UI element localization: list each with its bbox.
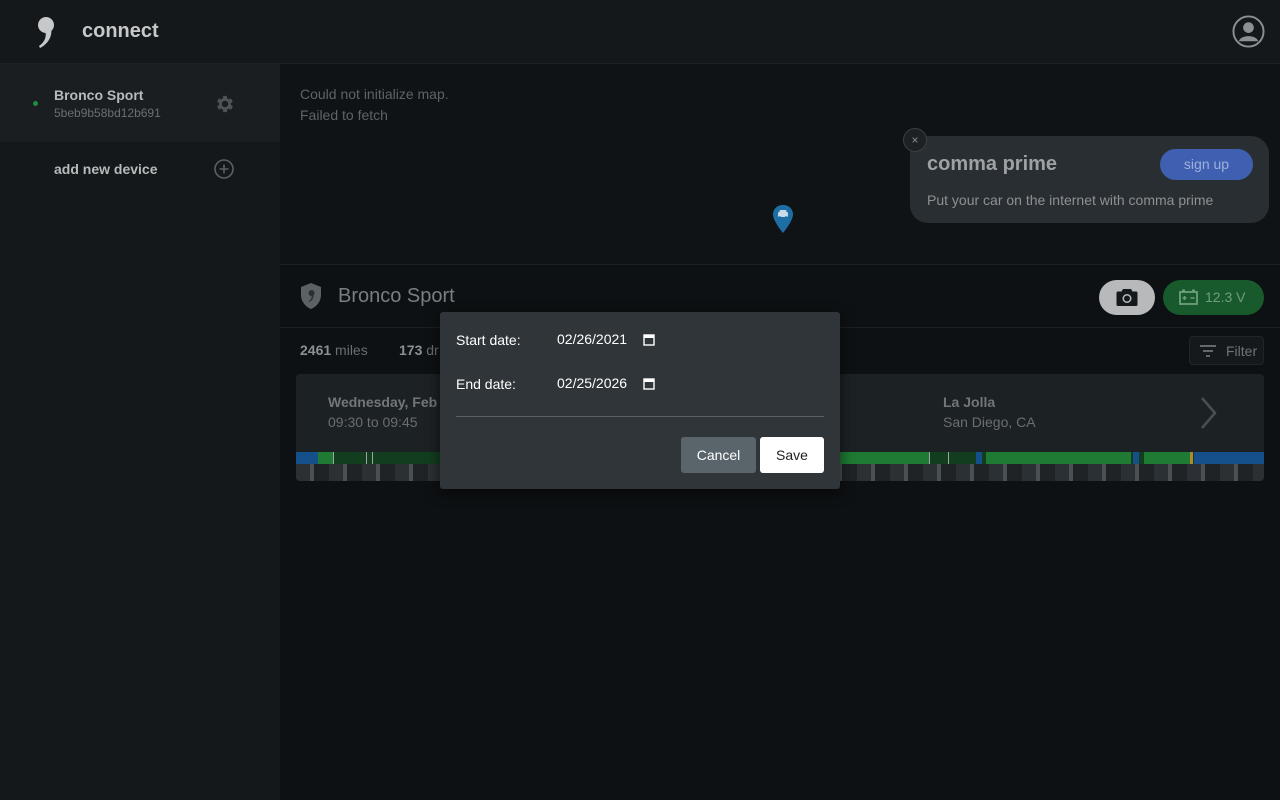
drive-time: 09:30 to 09:45 <box>328 414 418 430</box>
filter-label: Filter <box>1226 343 1258 359</box>
filter-button[interactable]: Filter <box>1189 336 1264 365</box>
map-error-message: Could not initialize map. <box>300 86 449 102</box>
camera-icon <box>1116 289 1138 306</box>
shield-icon <box>301 283 321 309</box>
sign-up-button[interactable]: sign up <box>1160 149 1253 180</box>
prime-title: comma prime <box>927 153 1058 175</box>
online-status-dot <box>33 101 38 106</box>
take-snapshot-button[interactable] <box>1099 280 1155 315</box>
map-error-detail: Failed to fetch <box>300 107 388 123</box>
plus-circle-icon[interactable] <box>213 158 235 180</box>
calendar-icon[interactable] <box>643 377 655 390</box>
device-sidebar: Bronco Sport 5beb9b58bd12b691 add new de… <box>0 64 280 800</box>
vehicle-stats: 2461 miles 173 dr <box>300 342 439 358</box>
stats-drives: 173 dr <box>399 342 439 358</box>
cancel-button[interactable]: Cancel <box>681 437 756 473</box>
drive-date: Wednesday, Feb <box>328 394 438 410</box>
battery-voltage: 12.3 V <box>1205 289 1246 305</box>
device-dongle-id: 5beb9b58bd12b691 <box>54 106 161 120</box>
device-name: Bronco Sport <box>54 87 144 103</box>
calendar-icon[interactable] <box>643 333 655 346</box>
add-device-item[interactable]: add new device <box>0 142 280 198</box>
comma-logo-icon[interactable] <box>32 14 60 50</box>
dialog-divider <box>456 416 824 417</box>
end-date-label: End date: <box>456 376 516 392</box>
drive-destination: La Jolla <box>943 394 996 410</box>
close-banner-button[interactable]: × <box>903 128 927 152</box>
comma-prime-banner: comma prime Put your car on the internet… <box>910 136 1269 223</box>
vehicle-name: Bronco Sport <box>338 285 455 307</box>
filter-icon <box>1200 345 1216 357</box>
chevron-right-icon[interactable] <box>1198 396 1218 430</box>
user-avatar-icon[interactable] <box>1232 15 1265 48</box>
sidebar-device-item[interactable]: Bronco Sport 5beb9b58bd12b691 <box>0 64 280 142</box>
top-bar: connect <box>0 0 1280 64</box>
battery-voltage-button[interactable]: 12.3 V <box>1163 280 1264 315</box>
start-date-label: Start date: <box>456 332 521 348</box>
save-button[interactable]: Save <box>760 437 824 473</box>
add-device-label: add new device <box>54 161 158 177</box>
car-battery-icon <box>1179 289 1198 305</box>
date-range-dialog: Start date: 02/26/2021 End date: 02/25/2… <box>440 312 840 489</box>
end-date-input[interactable]: 02/25/2026 <box>557 375 627 391</box>
car-location-pin-icon[interactable] <box>772 204 794 234</box>
app-title: connect <box>82 20 159 42</box>
gear-icon[interactable] <box>214 93 236 115</box>
start-date-input[interactable]: 02/26/2021 <box>557 331 627 347</box>
drive-city: San Diego, CA <box>943 414 1036 430</box>
miles-value: 2461 <box>300 342 332 358</box>
drives-value: 173 <box>399 342 423 358</box>
drives-unit: dr <box>426 342 439 358</box>
prime-description: Put your car on the internet with comma … <box>927 192 1214 208</box>
stats-miles: 2461 miles <box>300 342 368 358</box>
miles-unit: miles <box>335 342 368 358</box>
